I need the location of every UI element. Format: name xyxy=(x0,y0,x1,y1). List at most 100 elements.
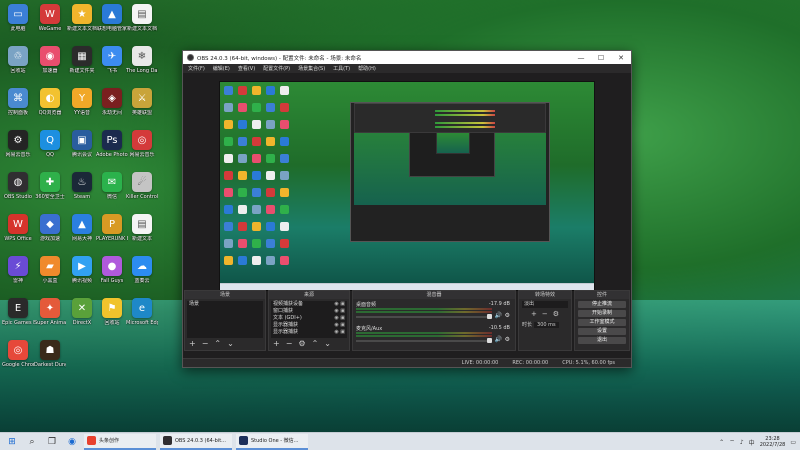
task-view-icon[interactable]: ❐ xyxy=(44,434,60,450)
desktop-icon[interactable]: ♨ Steam xyxy=(66,172,98,200)
menu-item[interactable]: 文件(F) xyxy=(188,65,205,72)
desktop-icon[interactable]: ✉ 微信 xyxy=(96,172,128,200)
duration-input[interactable]: 300 ms xyxy=(534,321,559,328)
eye-lock-icon[interactable]: ◉ ▣ xyxy=(334,329,345,336)
desktop-icon[interactable]: Ps Adobe Photosho... xyxy=(96,130,128,158)
desktop-icon[interactable]: ★ 新建文本文档 xyxy=(66,4,98,32)
desktop-icon[interactable]: ▤ 新建文本 xyxy=(126,214,158,242)
move-down-icon[interactable]: ⌄ xyxy=(324,340,331,348)
desktop-icon[interactable]: ◆ 游戏加速 xyxy=(34,214,66,242)
desktop-icon[interactable]: W WeGame xyxy=(34,4,66,32)
desktop-icon[interactable]: ◈ 永劫无间 xyxy=(96,88,128,116)
desktop-icon[interactable]: P PLAYERUNK BATTLEGR... xyxy=(96,214,128,242)
desktop-icon[interactable]: ▤ 新建文本文档 xyxy=(126,4,158,32)
obs-preview-canvas[interactable] xyxy=(219,81,595,291)
desktop-icon[interactable]: ◎ 网易云音乐 xyxy=(126,130,158,158)
desktop-icon[interactable]: ▦ 新建文件夹 xyxy=(66,46,98,74)
remove-icon[interactable]: − xyxy=(542,310,548,318)
source-item[interactable]: 显示器捕获 ◉ ▣ xyxy=(271,329,347,336)
exit-button[interactable]: 退出 xyxy=(578,337,626,344)
volume-slider[interactable] xyxy=(356,316,492,318)
desktop-icon[interactable]: ☄ Killer Control... xyxy=(126,172,158,200)
eye-lock-icon[interactable]: ◉ ▣ xyxy=(334,322,345,329)
gear-icon[interactable]: ⚙ xyxy=(505,312,510,319)
remove-icon[interactable]: − xyxy=(202,340,209,348)
move-down-icon[interactable]: ⌄ xyxy=(227,340,234,348)
desktop-icon[interactable]: ◍ OBS Studio xyxy=(2,172,34,200)
desktop-icon[interactable]: ☗ Darkest Dungeon II xyxy=(34,340,66,368)
source-item[interactable]: 显示器捕获 ◉ ▣ xyxy=(271,322,347,329)
clock[interactable]: 23:28 2022/7/28 xyxy=(760,436,786,448)
studio-mode-button[interactable]: 工作室模式 xyxy=(578,319,626,326)
stop-streaming-button[interactable]: 停止推流 xyxy=(578,301,626,308)
start-recording-button[interactable]: 开始录制 xyxy=(578,310,626,317)
desktop-icon[interactable]: ✕ DirectX xyxy=(66,298,98,326)
desktop-icon[interactable]: ⌘ 控制面板 xyxy=(2,88,34,116)
obs-titlebar[interactable]: OBS 24.0.3 (64-bit, windows) - 配置文件: 未命名… xyxy=(183,51,631,64)
search-icon[interactable]: ⌕ xyxy=(24,434,40,450)
edge-icon[interactable]: ◉ xyxy=(64,434,80,450)
menu-item[interactable]: 配置文件(P) xyxy=(263,65,290,72)
speaker-icon[interactable]: 🔊 xyxy=(495,312,502,319)
remove-icon[interactable]: − xyxy=(286,340,293,348)
scene-item[interactable]: 场景 xyxy=(187,301,263,308)
source-item[interactable]: 窗口捕获 ◉ ▣ xyxy=(271,308,347,315)
menu-item[interactable]: 场景集合(S) xyxy=(298,65,325,72)
desktop-icon[interactable]: ▶ 腾讯视频 xyxy=(66,256,98,284)
desktop-icon[interactable]: ▰ 小黑盒 xyxy=(34,256,66,284)
move-up-icon[interactable]: ⌃ xyxy=(214,340,221,348)
taskbar-app[interactable]: Studio One - 微信... xyxy=(236,433,308,450)
desktop-icon[interactable]: ☁ 蓝奏云 xyxy=(126,256,158,284)
speaker-icon[interactable]: ♪ xyxy=(740,439,744,446)
desktop-icon[interactable]: ● Fall Guys xyxy=(96,256,128,284)
desktop-icon[interactable]: ⚙ 网易云音乐 xyxy=(2,130,34,158)
gear-icon[interactable]: ⚙ xyxy=(505,336,510,343)
transition-select[interactable]: 淡出 xyxy=(522,301,568,308)
volume-slider-handle[interactable] xyxy=(487,314,492,319)
ime-icon[interactable]: 中 xyxy=(749,438,755,447)
minimize-icon[interactable]: — xyxy=(571,51,591,64)
desktop-icon[interactable]: ✦ Super Animal R... xyxy=(34,298,66,326)
desktop-icon[interactable]: ▲ 网易大神 xyxy=(66,214,98,242)
source-item[interactable]: 视频捕获设备 ◉ ▣ xyxy=(271,301,347,308)
desktop-icon[interactable]: ❄ The Long Dark xyxy=(126,46,158,74)
volume-slider-handle[interactable] xyxy=(487,338,492,343)
desktop-icon[interactable]: W WPS Office xyxy=(2,214,34,242)
menu-item[interactable]: 工具(T) xyxy=(333,65,350,72)
eye-lock-icon[interactable]: ◉ ▣ xyxy=(334,301,345,308)
desktop-icon[interactable]: ⚑ 回收站 xyxy=(96,298,128,326)
chevron-up-icon[interactable]: ⌃ xyxy=(719,439,724,446)
desktop-icon[interactable]: ◐ QQ浏览器 xyxy=(34,88,66,116)
menu-item[interactable]: 查看(V) xyxy=(238,65,255,72)
desktop-icon[interactable]: ▭ 此电脑 xyxy=(2,4,34,32)
gear-icon[interactable]: ⚙ xyxy=(298,340,305,348)
desktop-icon[interactable]: ▣ 腾讯会议 xyxy=(66,130,98,158)
taskbar-app[interactable]: OBS 24.0.3 (64-bit... xyxy=(160,433,232,450)
menu-item[interactable]: 帮助(H) xyxy=(358,65,376,72)
desktop-icon[interactable]: Y YY语音 xyxy=(66,88,98,116)
notification-icon[interactable]: ▭ xyxy=(790,439,796,446)
desktop-icon[interactable]: e Microsoft Edge xyxy=(126,298,158,326)
desktop-icon[interactable]: ⚡ 雷神 xyxy=(2,256,34,284)
gear-icon[interactable]: ⚙ xyxy=(553,310,559,318)
volume-slider[interactable] xyxy=(356,340,492,342)
desktop-icon[interactable]: ◉ 加速器 xyxy=(34,46,66,74)
menu-item[interactable]: 编辑(E) xyxy=(213,65,230,72)
windows-start-icon[interactable]: ⊞ xyxy=(4,434,20,450)
eye-lock-icon[interactable]: ◉ ▣ xyxy=(334,315,345,322)
desktop-icon[interactable]: ▲ 联想电脑管家 xyxy=(96,4,128,32)
add-icon[interactable]: + xyxy=(531,310,537,318)
speaker-icon[interactable]: 🔊 xyxy=(495,336,502,343)
desktop-icon[interactable]: E Epic Games Launcher xyxy=(2,298,34,326)
desktop-icon[interactable]: ◎ Google Chrome xyxy=(2,340,34,368)
add-icon[interactable]: + xyxy=(273,340,280,348)
desktop-icon[interactable]: ✈ 飞书 xyxy=(96,46,128,74)
settings-button[interactable]: 设置 xyxy=(578,328,626,335)
add-icon[interactable]: + xyxy=(189,340,196,348)
desktop-icon[interactable]: ✚ 360安全卫士 xyxy=(34,172,66,200)
taskbar-app[interactable]: 头条创作 xyxy=(84,433,156,450)
close-icon[interactable]: ✕ xyxy=(611,51,631,64)
source-item[interactable]: 文本 (GDI+) ◉ ▣ xyxy=(271,315,347,322)
eye-lock-icon[interactable]: ◉ ▣ xyxy=(334,308,345,315)
maximize-icon[interactable]: ☐ xyxy=(591,51,611,64)
